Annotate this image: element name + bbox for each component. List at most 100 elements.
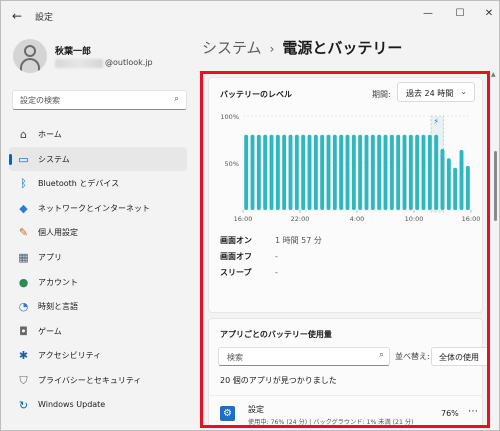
- battery-bar: [320, 134, 325, 210]
- battery-level-card: バッテリーのレベル 期間: 過去 24 時間 ⌄ ⚡ 100% 50% 16:00 22…: [208, 77, 483, 313]
- battery-bar: [282, 134, 287, 210]
- brush-icon: ✎: [18, 226, 29, 240]
- list-item[interactable]: ⚙ 設定 使用中: 76% (24 分) | バックグラウンド: 1% 未満 (…: [210, 395, 483, 426]
- y-tick-label: 50%: [225, 160, 239, 168]
- apps-icon: ▦: [18, 250, 29, 264]
- battery-bar: [434, 134, 439, 210]
- gamepad-icon: ◘: [19, 324, 28, 338]
- sidebar-item-5[interactable]: ▦ アプリ: [9, 245, 187, 270]
- battery-bar: [459, 149, 464, 210]
- x-tick-label: 4:00: [350, 215, 365, 223]
- battery-bar: [364, 134, 369, 210]
- app-usage-title: アプリごとのバッテリー使用量: [220, 330, 332, 339]
- app-search-input[interactable]: 検索 ⌕: [218, 347, 390, 366]
- settings-search-input[interactable]: 設定の検索 ⌕: [12, 90, 187, 110]
- battery-bar: [396, 134, 401, 210]
- settings-gear-icon: ⚙: [220, 406, 235, 421]
- minimize-button[interactable]: —: [418, 5, 438, 23]
- more-options-icon[interactable]: ⋯: [468, 406, 478, 417]
- close-button[interactable]: ✕: [479, 5, 499, 23]
- sort-dropdown[interactable]: 全体の使用: [431, 347, 487, 366]
- y-tick-label: 100%: [220, 113, 239, 121]
- battery-bar: [301, 134, 306, 210]
- breadcrumb-parent[interactable]: システム: [202, 39, 262, 57]
- sidebar-item-label: アプリ: [38, 252, 62, 262]
- period-label: 期間:: [372, 90, 391, 99]
- app-percent: 76%: [441, 409, 459, 418]
- title-bar: ← 設定 — ☐ ✕: [1, 1, 499, 31]
- battery-bar: [339, 134, 344, 210]
- sidebar-item-label: 個人用設定: [38, 228, 78, 238]
- stat-key: スリープ: [220, 268, 252, 277]
- stat-key: 画面オン: [220, 236, 252, 245]
- sidebar-item-label: プライバシーとセキュリティ: [38, 375, 142, 385]
- account-icon: ●: [18, 275, 29, 289]
- app-search-placeholder: 検索: [227, 353, 243, 362]
- sidebar-item-label: Windows Update: [38, 399, 106, 409]
- maximize-button[interactable]: ☐: [450, 5, 470, 23]
- stat-screen-on: 画面オン 1 時間 57 分: [220, 235, 322, 246]
- battery-bar: [345, 134, 350, 210]
- sidebar-item-0[interactable]: ⌂ ホーム: [9, 122, 187, 147]
- charging-bolt-icon: ⚡: [433, 117, 439, 126]
- battery-bar: [294, 134, 299, 210]
- period-value: 過去 24 時間: [406, 89, 454, 98]
- period-dropdown[interactable]: 過去 24 時間 ⌄: [397, 82, 475, 102]
- sidebar-item-2[interactable]: ᛒ Bluetooth とデバイス: [9, 171, 187, 196]
- sidebar-item-11[interactable]: ↻ Windows Update: [9, 393, 187, 418]
- battery-bar: [465, 165, 470, 210]
- scroll-up-arrow-icon[interactable]: ▲: [491, 71, 496, 78]
- stat-value: -: [275, 252, 278, 261]
- sidebar-nav: ⌂ ホーム ▭ システム ᛒ Bluetooth とデバイス ◆ ネットワークとインターネット…: [9, 122, 187, 417]
- battery-bar: [440, 148, 445, 210]
- x-tick-label: 10:00: [405, 215, 424, 223]
- app-usage-card: アプリごとのバッテリー使用量 検索 ⌕ 並べ替え: 全体の使用 20 個のアプリ…: [208, 318, 487, 426]
- sidebar-item-label: ゲーム: [38, 326, 62, 336]
- battery-bar: [358, 134, 363, 210]
- sidebar-item-6[interactable]: ● アカウント: [9, 270, 187, 295]
- stat-value: 1 時間 57 分: [275, 236, 322, 245]
- sidebar-item-1[interactable]: ▭ システム: [9, 146, 187, 172]
- sidebar-item-label: ネットワークとインターネット: [38, 203, 150, 213]
- sidebar-item-3[interactable]: ◆ ネットワークとインターネット: [9, 196, 187, 221]
- sidebar-item-label: ホーム: [38, 130, 62, 139]
- stat-key: 画面オフ: [220, 252, 252, 261]
- battery-bar: [415, 134, 420, 210]
- stat-screen-off: 画面オフ -: [220, 251, 278, 262]
- x-tick-label: 16:00: [462, 215, 481, 223]
- avatar: [13, 39, 47, 73]
- x-tick-label: 22:00: [291, 215, 310, 223]
- sidebar-item-label: アカウント: [38, 277, 78, 287]
- battery-bar: [446, 158, 451, 210]
- user-profile[interactable]: 秋葉一郎 @outlook.jp: [13, 39, 193, 75]
- breadcrumb: システム › 電源とバッテリー: [202, 37, 402, 58]
- battery-bar: [370, 134, 375, 210]
- bluetooth-icon: ᛒ: [20, 177, 27, 191]
- app-usage-detail: 使用中: 76% (24 分) | バックグラウンド: 1% 未満 (21 分): [248, 419, 414, 426]
- battery-bar: [250, 134, 255, 210]
- battery-bar: [453, 167, 458, 210]
- battery-bar: [256, 134, 261, 210]
- wifi-icon: ◆: [19, 201, 28, 215]
- system-monitor-icon: ▭: [18, 152, 29, 166]
- sidebar-item-8[interactable]: ◘ ゲーム: [9, 319, 187, 344]
- sidebar-item-4[interactable]: ✎ 個人用設定: [9, 220, 187, 245]
- sidebar-item-label: アクセシビリティ: [38, 351, 102, 361]
- battery-bar: [383, 134, 388, 210]
- back-arrow-icon[interactable]: ←: [10, 9, 24, 23]
- update-icon: ↻: [18, 398, 29, 412]
- breadcrumb-separator: ›: [269, 42, 275, 56]
- battery-bar: [377, 134, 382, 210]
- sidebar-item-10[interactable]: ⛉ プライバシーとセキュリティ: [9, 368, 187, 393]
- sidebar-item-7[interactable]: ◔ 時刻と言語: [9, 294, 187, 319]
- battery-bar: [326, 134, 331, 210]
- scrollbar-thumb[interactable]: [494, 151, 497, 221]
- search-icon: ⌕: [173, 94, 179, 104]
- apps-found-count: 20 個のアプリが見つかりました: [220, 376, 337, 385]
- sidebar-item-9[interactable]: ✱ アクセシビリティ: [9, 343, 187, 368]
- battery-bar: [263, 134, 268, 210]
- battery-bar: [427, 134, 432, 210]
- x-tick-label: 16:00: [234, 215, 253, 223]
- battery-chart: ⚡ 100% 50% 16:00 22:00 4:00 10:00 16:00: [220, 113, 481, 223]
- battery-bar: [313, 134, 318, 210]
